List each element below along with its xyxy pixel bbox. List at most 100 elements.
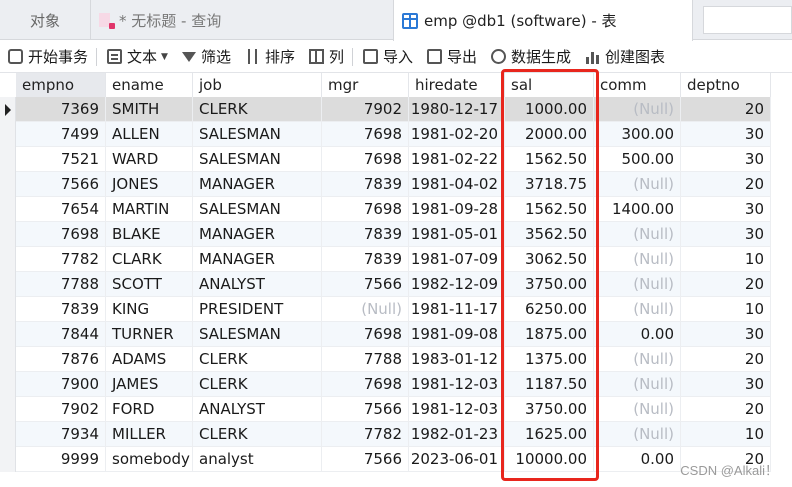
- cell-empno[interactable]: 7521: [16, 147, 106, 172]
- cell-deptno[interactable]: 20: [681, 172, 771, 197]
- tab-table[interactable]: emp @db1 (software) - 表: [393, 0, 693, 41]
- filter-button[interactable]: 筛选: [174, 41, 237, 73]
- cell-empno[interactable]: 7844: [16, 322, 106, 347]
- cell-sal[interactable]: 1562.50: [505, 197, 594, 222]
- table-row[interactable]: 7934 MILLER CLERK 7782 1982-01-23 1625.00 (Nul…: [0, 422, 792, 447]
- cell-comm[interactable]: (Null): [594, 372, 681, 397]
- table-row[interactable]: 7654 MARTIN SALESMAN 7698 1981-09-28 1562.50 1…: [0, 197, 792, 222]
- cell-hiredate[interactable]: 1981-07-09: [409, 247, 505, 272]
- row-gutter[interactable]: [0, 122, 16, 147]
- cell-job[interactable]: CLERK: [193, 372, 322, 397]
- cell-deptno[interactable]: 20: [681, 97, 771, 122]
- cell-sal[interactable]: 3750.00: [505, 272, 594, 297]
- cell-sal[interactable]: 1000.00: [505, 97, 594, 122]
- cell-mgr[interactable]: 7839: [322, 222, 409, 247]
- cell-sal[interactable]: 1375.00: [505, 347, 594, 372]
- cell-job[interactable]: ANALYST: [193, 397, 322, 422]
- row-gutter[interactable]: [0, 147, 16, 172]
- cell-empno[interactable]: 7934: [16, 422, 106, 447]
- cell-hiredate[interactable]: 1981-12-03: [409, 372, 505, 397]
- cell-deptno[interactable]: 30: [681, 322, 771, 347]
- cell-ename[interactable]: ADAMS: [106, 347, 193, 372]
- cell-comm[interactable]: 1400.00: [594, 197, 681, 222]
- cell-mgr[interactable]: 7698: [322, 147, 409, 172]
- row-gutter[interactable]: [0, 97, 16, 122]
- row-gutter[interactable]: [0, 172, 16, 197]
- row-gutter[interactable]: [0, 322, 16, 347]
- data-generation-button[interactable]: 数据生成: [483, 41, 577, 73]
- column-header-job[interactable]: job: [193, 73, 322, 97]
- cell-hiredate[interactable]: 1981-09-08: [409, 322, 505, 347]
- table-row[interactable]: 7839 KING PRESIDENT (Null) 1981-11-17 6250.00…: [0, 297, 792, 322]
- cell-mgr[interactable]: 7839: [322, 247, 409, 272]
- cell-hiredate[interactable]: 1981-12-03: [409, 397, 505, 422]
- cell-comm[interactable]: (Null): [594, 297, 681, 322]
- cell-empno[interactable]: 7369: [16, 97, 106, 122]
- cell-job[interactable]: ANALYST: [193, 272, 322, 297]
- row-gutter[interactable]: [0, 347, 16, 372]
- cell-deptno[interactable]: 20: [681, 272, 771, 297]
- cell-comm[interactable]: (Null): [594, 97, 681, 122]
- cell-sal[interactable]: 3718.75: [505, 172, 594, 197]
- cell-comm[interactable]: (Null): [594, 172, 681, 197]
- cell-hiredate[interactable]: 1982-01-23: [409, 422, 505, 447]
- cell-sal[interactable]: 10000.00: [505, 447, 594, 472]
- cell-sal[interactable]: 1875.00: [505, 322, 594, 347]
- cell-empno[interactable]: 7839: [16, 297, 106, 322]
- cell-empno[interactable]: 7876: [16, 347, 106, 372]
- cell-deptno[interactable]: 20: [681, 347, 771, 372]
- cell-empno[interactable]: 9999: [16, 447, 106, 472]
- cell-mgr[interactable]: 7902: [322, 97, 409, 122]
- cell-mgr[interactable]: 7698: [322, 122, 409, 147]
- table-row[interactable]: 7698 BLAKE MANAGER 7839 1981-05-01 3562.50 (Nu…: [0, 222, 792, 247]
- tab-objects[interactable]: 对象: [30, 0, 60, 40]
- cell-comm[interactable]: 300.00: [594, 122, 681, 147]
- cell-deptno[interactable]: 10: [681, 297, 771, 322]
- cell-empno[interactable]: 7698: [16, 222, 106, 247]
- cell-sal[interactable]: 2000.00: [505, 122, 594, 147]
- row-gutter[interactable]: [0, 397, 16, 422]
- cell-hiredate[interactable]: 1981-11-17: [409, 297, 505, 322]
- column-header-empno[interactable]: empno: [16, 73, 106, 97]
- export-button[interactable]: 导出: [419, 41, 483, 73]
- cell-ename[interactable]: CLARK: [106, 247, 193, 272]
- cell-job[interactable]: CLERK: [193, 97, 322, 122]
- cell-job[interactable]: SALESMAN: [193, 322, 322, 347]
- cell-mgr[interactable]: 7788: [322, 347, 409, 372]
- column-header-comm[interactable]: comm: [594, 73, 681, 97]
- table-row[interactable]: 9999 somebody analyst 7566 2023-06-01 10000.0…: [0, 447, 792, 472]
- cell-job[interactable]: PRESIDENT: [193, 297, 322, 322]
- cell-job[interactable]: MANAGER: [193, 247, 322, 272]
- cell-deptno[interactable]: 30: [681, 372, 771, 397]
- column-header-sal[interactable]: sal: [505, 73, 594, 97]
- cell-hiredate[interactable]: 1980-12-17: [409, 97, 505, 122]
- cell-comm[interactable]: (Null): [594, 422, 681, 447]
- column-header-hiredate[interactable]: hiredate: [409, 73, 505, 97]
- cell-comm[interactable]: (Null): [594, 222, 681, 247]
- columns-button[interactable]: 列: [301, 41, 350, 73]
- cell-deptno[interactable]: 20: [681, 397, 771, 422]
- cell-comm[interactable]: 500.00: [594, 147, 681, 172]
- table-row[interactable]: 7900 JAMES CLERK 7698 1981-12-03 1187.50 (Null…: [0, 372, 792, 397]
- cell-job[interactable]: SALESMAN: [193, 122, 322, 147]
- cell-job[interactable]: analyst: [193, 447, 322, 472]
- cell-comm[interactable]: 0.00: [594, 447, 681, 472]
- cell-sal[interactable]: 3062.50: [505, 247, 594, 272]
- table-row[interactable]: 7566 JONES MANAGER 7839 1981-04-02 3718.75 (Nu…: [0, 172, 792, 197]
- row-gutter[interactable]: [0, 222, 16, 247]
- table-row[interactable]: 7521 WARD SALESMAN 7698 1981-02-22 1562.50 500…: [0, 147, 792, 172]
- cell-mgr[interactable]: (Null): [322, 297, 409, 322]
- cell-hiredate[interactable]: 1981-05-01: [409, 222, 505, 247]
- cell-mgr[interactable]: 7698: [322, 197, 409, 222]
- cell-hiredate[interactable]: 1982-12-09: [409, 272, 505, 297]
- cell-ename[interactable]: SMITH: [106, 97, 193, 122]
- cell-job[interactable]: CLERK: [193, 347, 322, 372]
- column-header-deptno[interactable]: deptno: [681, 73, 771, 97]
- tab-query[interactable]: * 无标题 - 查询: [90, 0, 390, 40]
- cell-job[interactable]: MANAGER: [193, 172, 322, 197]
- row-gutter[interactable]: [0, 297, 16, 322]
- cell-comm[interactable]: (Null): [594, 272, 681, 297]
- cell-hiredate[interactable]: 1983-01-12: [409, 347, 505, 372]
- table-row[interactable]: 7844 TURNER SALESMAN 7698 1981-09-08 1875.00 0…: [0, 322, 792, 347]
- table-row[interactable]: 7369 SMITH CLERK 7902 1980-12-17 1000.00 (Null…: [0, 97, 792, 122]
